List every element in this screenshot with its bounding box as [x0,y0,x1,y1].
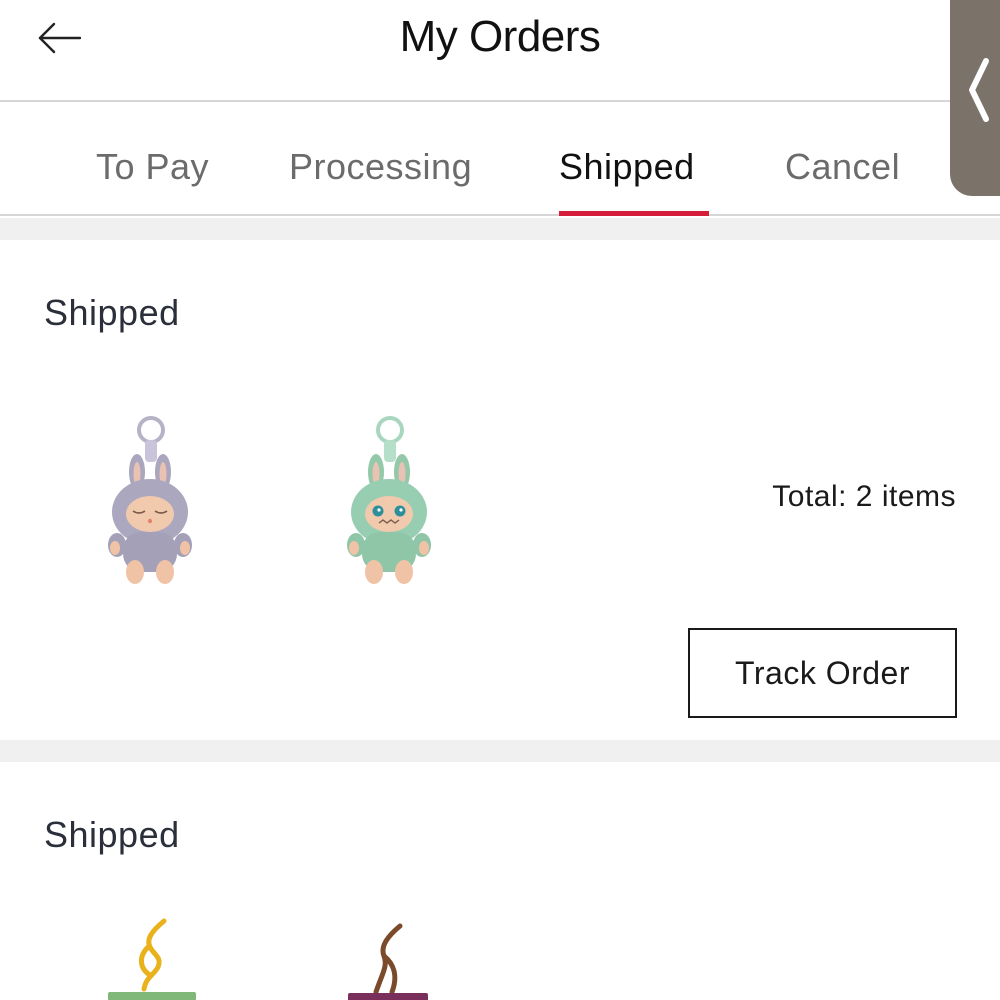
order-card[interactable]: Shipped [0,240,1000,740]
tab-shipped[interactable]: Shipped [559,146,695,188]
page-title: My Orders [399,12,601,61]
keychain-green-icon[interactable] [104,917,200,1000]
header-bar: My Orders [0,0,1000,102]
tab-processing[interactable]: Processing [289,146,472,188]
order-total-items: Total: 2 items [772,480,956,513]
chevron-left-icon [969,58,989,122]
section-divider [0,218,1000,240]
track-order-button[interactable]: Track Order [688,628,957,718]
order-status-tabs: To Pay Processing Shipped Cancel [0,104,1000,216]
my-orders-screen: My Orders To Pay Processing Shipped Canc… [0,0,1000,1000]
section-divider [0,740,1000,762]
keychain-purple-icon[interactable] [342,922,432,1000]
active-tab-indicator [559,211,709,216]
side-panel-handle[interactable] [950,0,1000,196]
tab-cancel[interactable]: Cancel [785,146,900,188]
plush-keychain-mint-icon[interactable] [344,410,434,585]
order-status-label: Shipped [44,814,180,855]
order-card[interactable]: Shipped [0,762,1000,1000]
tab-to-pay[interactable]: To Pay [96,146,209,188]
order-status-label: Shipped [44,292,180,333]
plush-keychain-lavender-icon[interactable] [105,410,195,585]
